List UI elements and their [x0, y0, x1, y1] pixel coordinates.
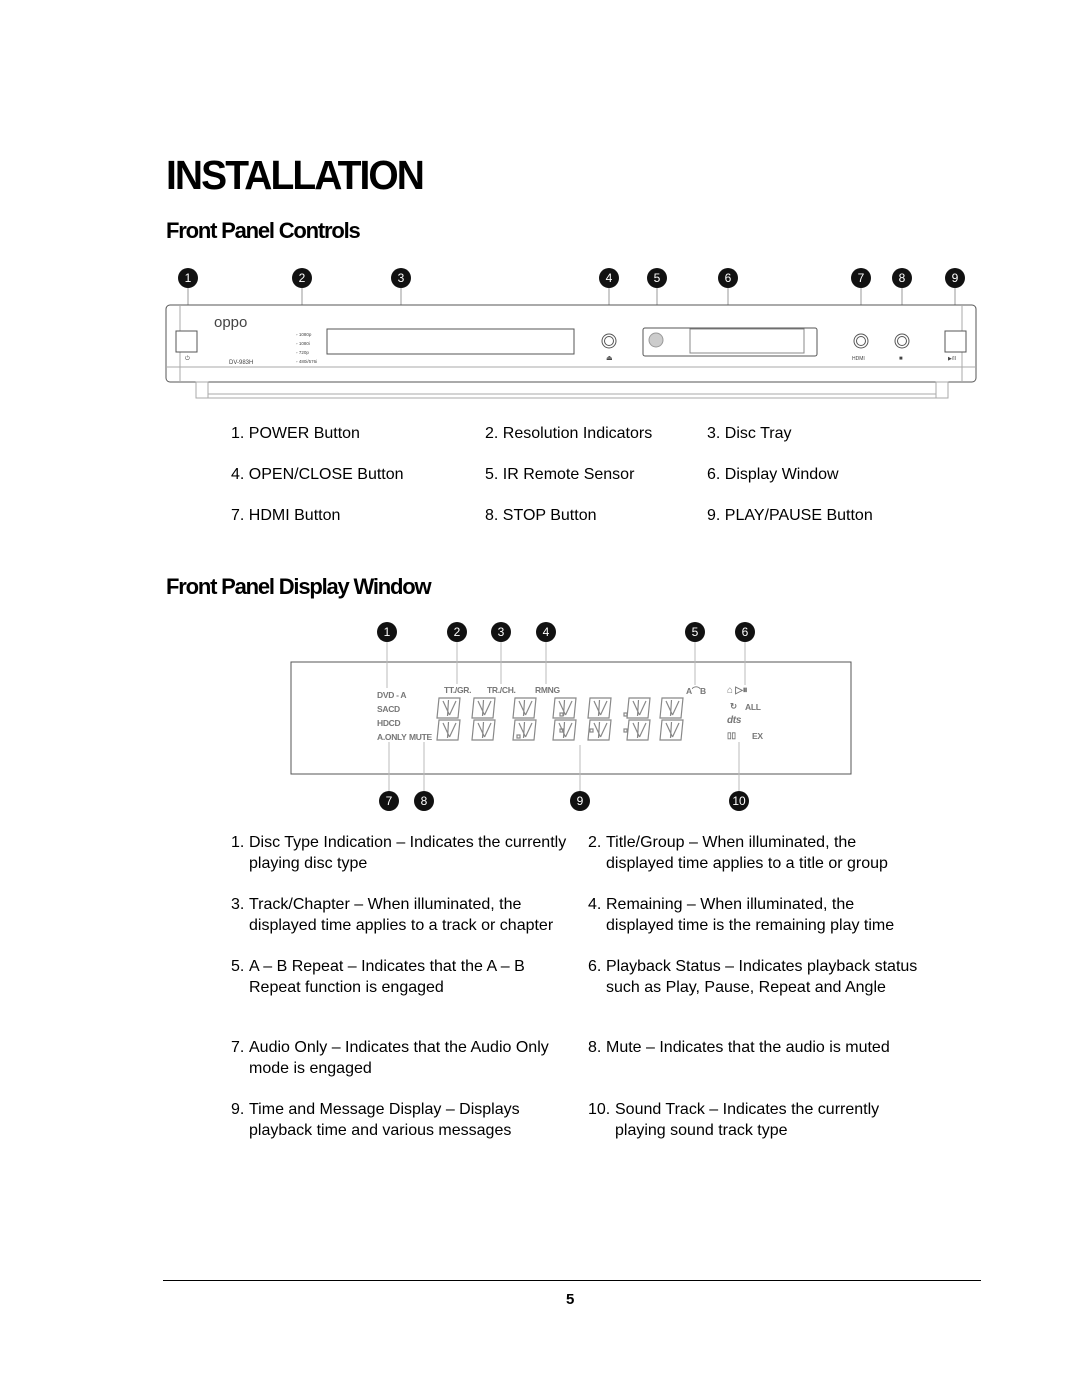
item-number: 3.: [707, 425, 721, 442]
item-label: OPEN/CLOSE Button: [248, 466, 404, 483]
item-text: Title/Group – When illuminated, the disp…: [606, 834, 888, 872]
label-all: ALL: [745, 702, 761, 712]
item-text: Time and Message Display – Displays play…: [249, 1101, 520, 1139]
callout-marker: 1: [178, 268, 198, 288]
label-audio-only: A.ONLY: [377, 732, 407, 742]
item-number: 10.: [588, 1101, 611, 1118]
item-number: 8.: [588, 1039, 602, 1056]
label-mute: MUTE: [409, 732, 432, 742]
callout-marker: 1: [377, 622, 397, 642]
dolby-icon: ▯▯: [727, 730, 736, 740]
display-item: 1. Disc Type Indication – Indicates the c…: [231, 833, 576, 874]
manual-page: INSTALLATION Front Panel Controls oppo D…: [0, 0, 1080, 1397]
item-number: 2.: [588, 834, 602, 851]
label-title-group: TT./GR.: [444, 685, 472, 695]
label-remaining: RMNG: [535, 685, 560, 695]
display-item: 3. Track/Chapter – When illuminated, the …: [231, 895, 576, 936]
callout-marker: 3: [491, 622, 511, 642]
page-number: 5: [566, 1291, 575, 1308]
label-sacd: SACD: [377, 704, 400, 714]
item-text: Sound Track – Indicates the currently pl…: [615, 1101, 880, 1139]
display-item: 4. Remaining – When illuminated, the disp…: [588, 895, 923, 936]
callout-marker: 2: [447, 622, 467, 642]
callout-marker: 8: [414, 791, 434, 811]
item-number: 7.: [231, 507, 245, 524]
callout-marker: 2: [292, 268, 312, 288]
callout-marker: 6: [735, 622, 755, 642]
callout-marker: 3: [391, 268, 411, 288]
callout-marker: 4: [536, 622, 556, 642]
display-window-diagram: [290, 642, 852, 791]
control-item: 2. Resolution Indicators: [485, 424, 652, 444]
callout-marker: 5: [647, 268, 667, 288]
item-text: Remaining – When illuminated, the displa…: [606, 896, 895, 934]
item-number: 7.: [231, 1039, 245, 1056]
item-number: 5.: [485, 466, 499, 483]
callout-marker: 5: [685, 622, 705, 642]
item-text: Audio Only – Indicates that the Audio On…: [249, 1039, 549, 1077]
callout-marker: 10: [729, 791, 749, 811]
item-label: PLAY/PAUSE Button: [724, 507, 873, 524]
control-item: 4. OPEN/CLOSE Button: [231, 465, 404, 485]
display-item: 7. Audio Only – Indicates that the Audio …: [231, 1038, 576, 1079]
repeat-icon: ↻: [730, 701, 737, 711]
play-icon: ▷: [735, 685, 743, 696]
label-hdcd: HDCD: [377, 718, 401, 728]
item-label: HDMI Button: [248, 507, 341, 524]
item-number: 1.: [231, 425, 245, 442]
item-label: Resolution Indicators: [502, 425, 653, 442]
label-a-b-repeat: A⌒B: [686, 686, 706, 696]
item-number: 8.: [485, 507, 499, 524]
display-item: 10. Sound Track – Indicates the currently…: [588, 1100, 923, 1141]
control-item: 6. Display Window: [707, 465, 839, 485]
callout-marker: 6: [718, 268, 738, 288]
item-number: 2.: [485, 425, 499, 442]
item-number: 6.: [588, 958, 602, 975]
item-number: 4.: [231, 466, 245, 483]
item-number: 4.: [588, 896, 602, 913]
item-text: Mute – Indicates that the audio is muted: [606, 1039, 890, 1056]
footer-divider: [163, 1280, 981, 1281]
callout-marker: 9: [945, 268, 965, 288]
callout-marker: 9: [570, 791, 590, 811]
control-item: 1. POWER Button: [231, 424, 360, 444]
display-item: 5. A – B Repeat – Indicates that the A – …: [231, 957, 576, 998]
callout-marker: 8: [892, 268, 912, 288]
item-text: A – B Repeat – Indicates that the A – B …: [249, 958, 525, 996]
angle-icon: ⌂: [727, 685, 733, 696]
playback-status-icons: ⌂ ▷⏸: [727, 685, 748, 696]
dts-logo: dts: [727, 715, 742, 726]
display-item: 9. Time and Message Display – Displays pl…: [231, 1100, 576, 1141]
item-label: Disc Tray: [724, 425, 792, 442]
label-track-chapter: TR./CH.: [487, 685, 516, 695]
item-number: 9.: [707, 507, 721, 524]
callout-marker: 4: [599, 268, 619, 288]
display-item: 8. Mute – Indicates that the audio is mut…: [588, 1038, 923, 1059]
item-label: POWER Button: [248, 425, 360, 442]
item-text: Track/Chapter – When illuminated, the di…: [249, 896, 554, 934]
item-number: 3.: [231, 896, 245, 913]
item-label: STOP Button: [502, 507, 597, 524]
control-item: 5. IR Remote Sensor: [485, 465, 634, 485]
item-text: Playback Status – Indicates playback sta…: [606, 958, 918, 996]
label-ex: EX: [752, 731, 763, 741]
pause-icon: ⏸: [742, 685, 748, 696]
control-item: 7. HDMI Button: [231, 506, 340, 526]
item-number: 1.: [231, 834, 245, 851]
label-dvd-a: DVD - A: [377, 690, 407, 700]
display-item: 6. Playback Status – Indicates playback s…: [588, 957, 923, 998]
item-number: 9.: [231, 1101, 245, 1118]
display-item: 2. Title/Group – When illuminated, the di…: [588, 833, 923, 874]
item-label: Display Window: [724, 466, 839, 483]
item-number: 6.: [707, 466, 721, 483]
control-item: 9. PLAY/PAUSE Button: [707, 506, 873, 526]
control-item: 3. Disc Tray: [707, 424, 791, 444]
item-label: IR Remote Sensor: [502, 466, 635, 483]
item-text: Disc Type Indication – Indicates the cur…: [249, 834, 567, 872]
control-item: 8. STOP Button: [485, 506, 596, 526]
callout-marker: 7: [379, 791, 399, 811]
callout-marker: 7: [851, 268, 871, 288]
item-number: 5.: [231, 958, 245, 975]
